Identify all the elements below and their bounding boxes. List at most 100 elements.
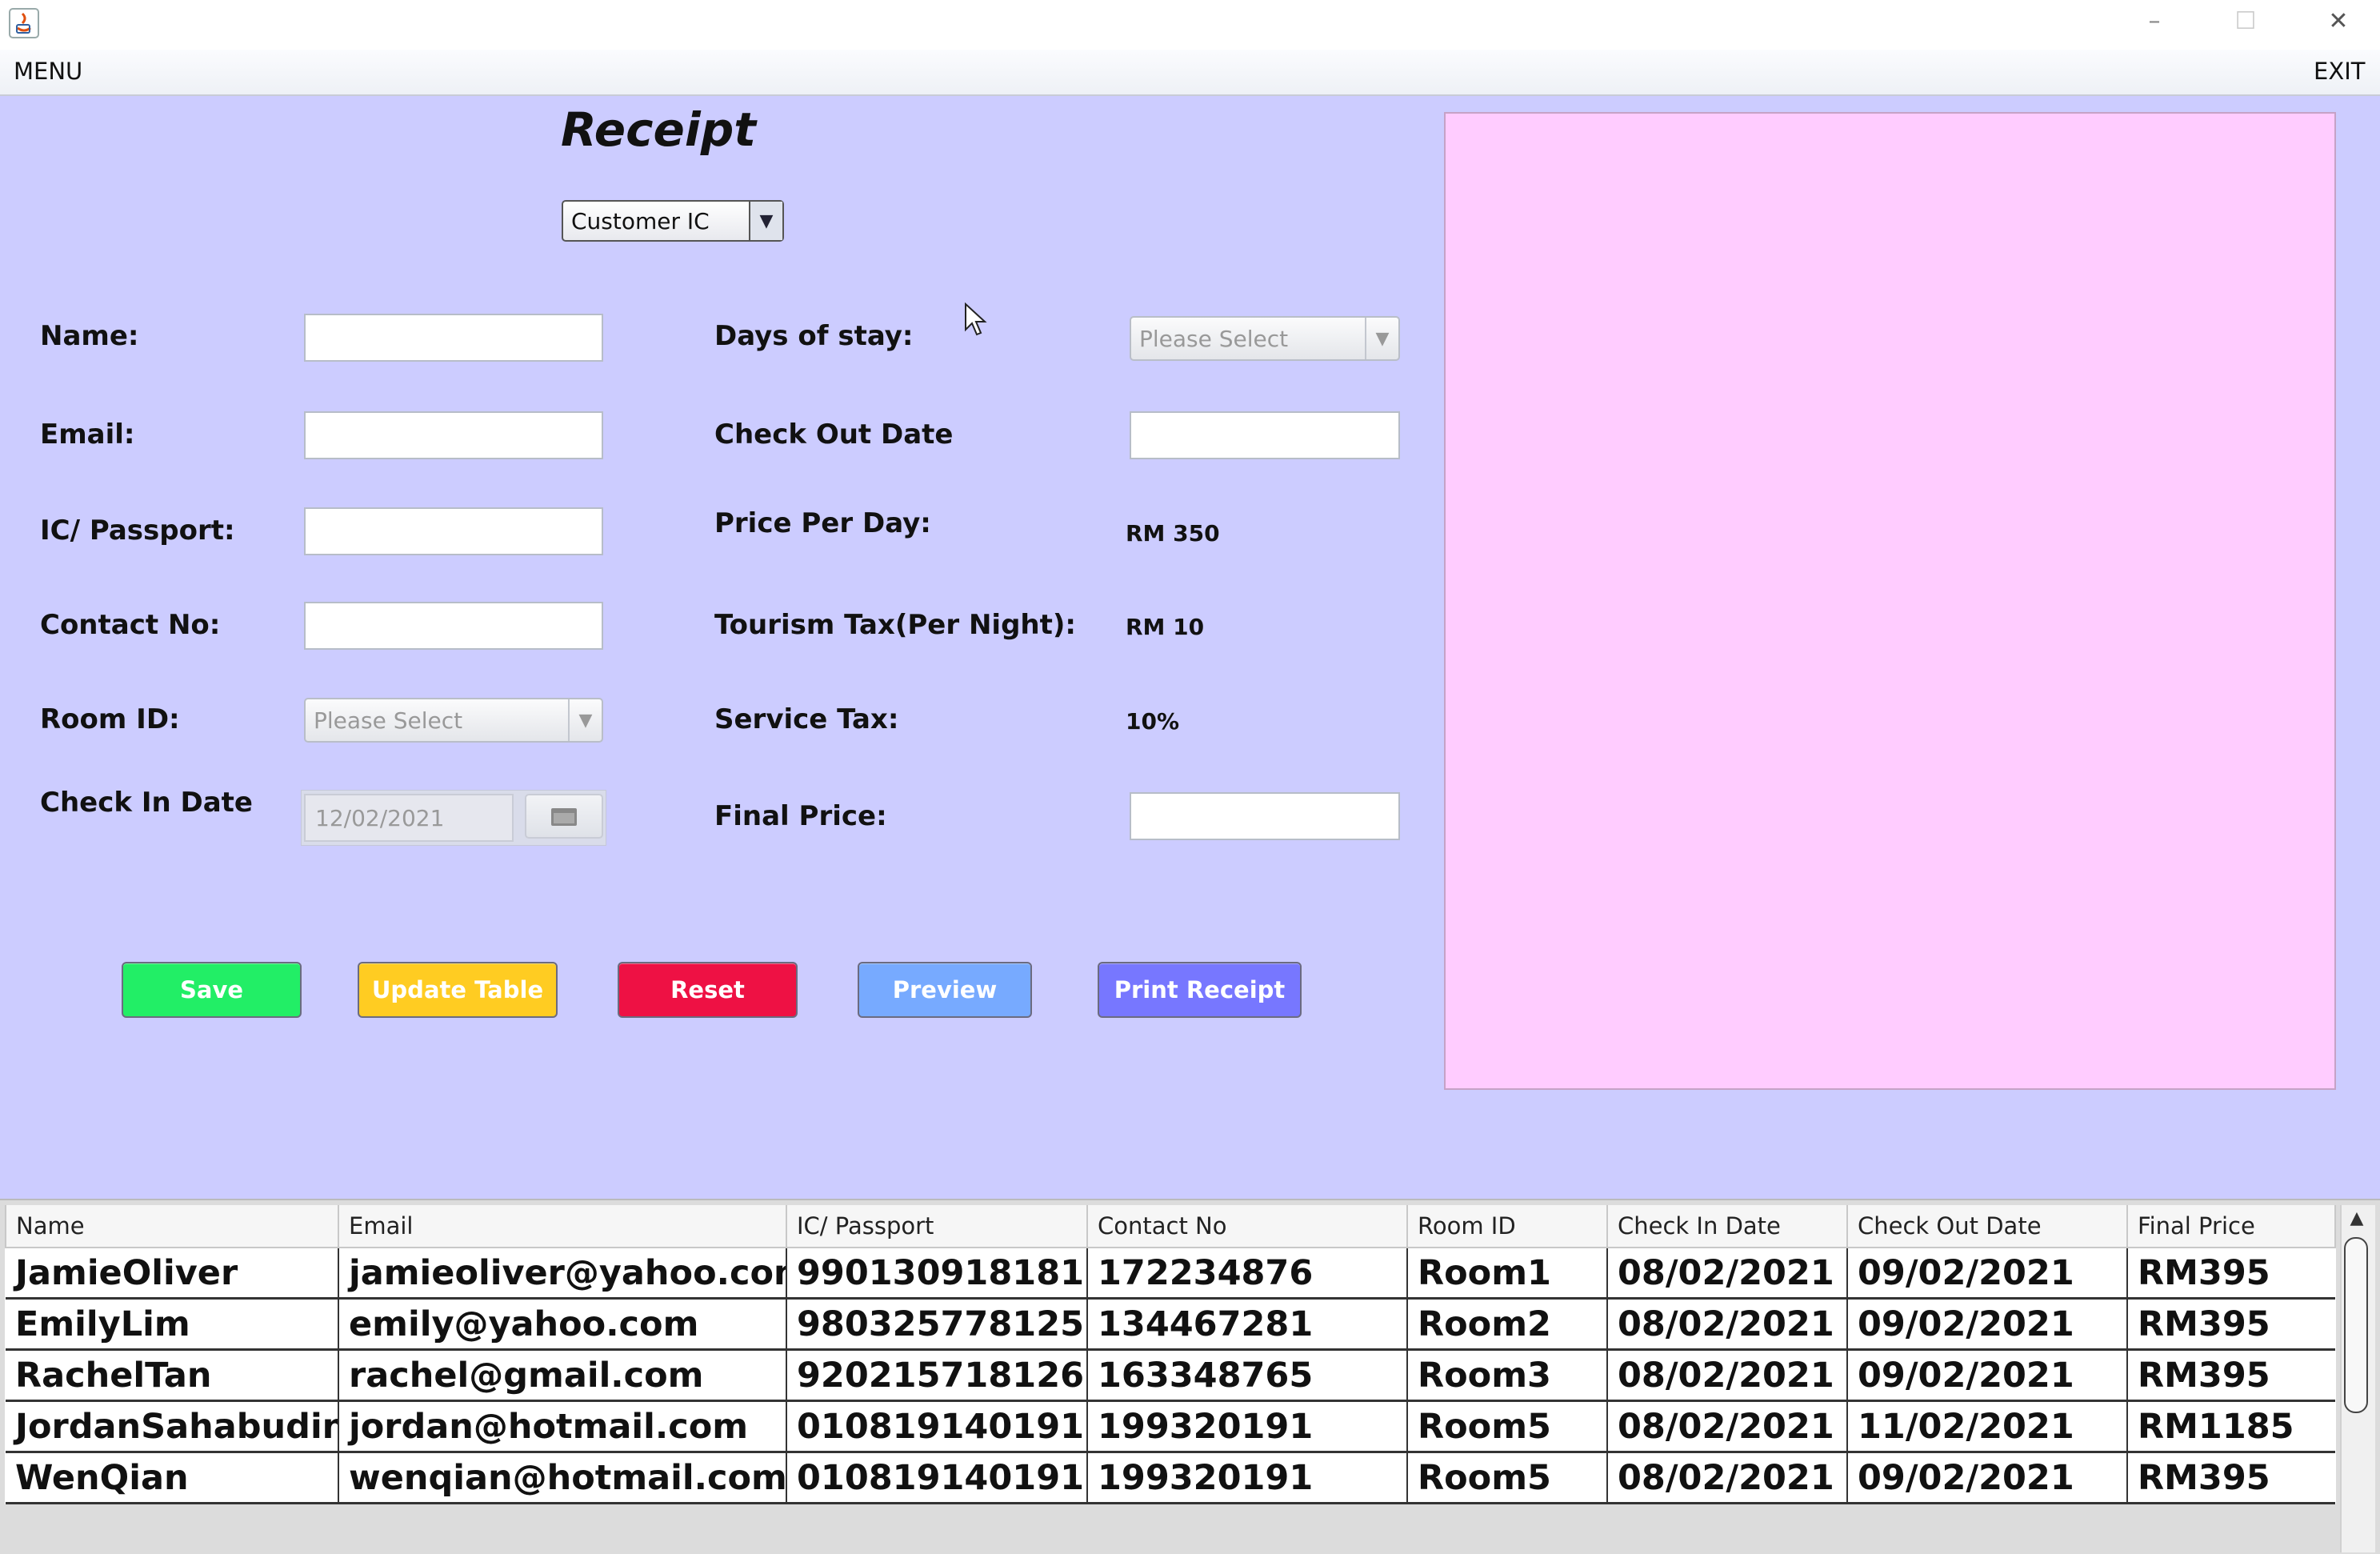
ic-passport-label: IC/ Passport: (40, 515, 235, 547)
table-cell[interactable]: rachel@gmail.com (338, 1349, 786, 1402)
table-cell[interactable]: 199320191 (1086, 1452, 1407, 1504)
table-row[interactable]: WenQian wenqian@hotmail.com 010819140191… (6, 1452, 2335, 1504)
bookings-table: Name Email IC/ Passport Contact No Room … (5, 1205, 2336, 1504)
room-id-select-value: Please Select (314, 707, 463, 734)
column-header-check-out-date[interactable]: Check Out Date (1846, 1205, 2128, 1248)
table-cell[interactable]: jordan@hotmail.com (338, 1400, 786, 1453)
days-of-stay-select[interactable]: Please Select ▼ (1130, 316, 1400, 361)
table-row[interactable]: EmilyLim emily@yahoo.com 980325778125 13… (6, 1298, 2335, 1351)
table-cell[interactable]: RM395 (2126, 1349, 2335, 1402)
save-button[interactable]: Save (122, 962, 302, 1018)
table-cell[interactable]: emily@yahoo.com (338, 1298, 786, 1351)
receipt-preview-panel (1444, 112, 2336, 1090)
table-cell[interactable]: RachelTan (6, 1349, 338, 1402)
check-in-date-field[interactable]: 12/02/2021 (304, 794, 514, 842)
menu-item-menu[interactable]: MENU (14, 58, 82, 85)
table-cell[interactable]: 09/02/2021 (1846, 1298, 2127, 1351)
reset-button[interactable]: Reset (618, 962, 798, 1018)
calendar-button[interactable] (525, 794, 603, 839)
minimize-button[interactable]: – (2118, 5, 2190, 37)
table-cell[interactable]: 990130918181 (786, 1248, 1087, 1300)
table-cell[interactable]: Room2 (1406, 1298, 1607, 1351)
table-cell[interactable]: 09/02/2021 (1846, 1452, 2127, 1504)
table-cell[interactable]: 09/02/2021 (1846, 1349, 2127, 1402)
name-label: Name: (40, 320, 139, 352)
table-cell[interactable]: wenqian@hotmail.com (338, 1452, 786, 1504)
calendar-icon (551, 808, 577, 826)
table-cell[interactable]: Room5 (1406, 1452, 1607, 1504)
table-header-row: Name Email IC/ Passport Contact No Room … (5, 1205, 2336, 1248)
table-cell[interactable]: 980325778125 (786, 1298, 1087, 1351)
column-header-name[interactable]: Name (5, 1205, 339, 1248)
table-cell[interactable]: Room1 (1406, 1248, 1607, 1300)
close-button[interactable]: ✕ (2302, 5, 2374, 37)
tourism-tax-value: RM 10 (1126, 614, 1205, 640)
scrollbar-thumb[interactable] (2344, 1237, 2368, 1413)
table-cell[interactable]: 08/02/2021 (1606, 1298, 1847, 1351)
chevron-down-icon[interactable]: ▼ (1365, 318, 1398, 359)
print-receipt-button[interactable]: Print Receipt (1098, 962, 1302, 1018)
days-of-stay-select-value: Please Select (1139, 325, 1289, 352)
room-id-select[interactable]: Please Select ▼ (304, 698, 603, 743)
check-out-date-field[interactable] (1130, 411, 1400, 459)
check-in-date-label: Check In Date (40, 787, 253, 819)
table-cell[interactable]: 134467281 (1086, 1298, 1407, 1351)
customer-ic-select-value: Customer IC (571, 207, 710, 234)
service-tax-value: 10% (1126, 708, 1180, 735)
table-cell[interactable]: JamieOliver (6, 1248, 338, 1300)
table-cell[interactable]: RM395 (2126, 1452, 2335, 1504)
column-header-check-in-date[interactable]: Check In Date (1606, 1205, 1848, 1248)
email-label: Email: (40, 419, 135, 451)
column-header-email[interactable]: Email (338, 1205, 787, 1248)
email-field[interactable] (304, 411, 603, 459)
final-price-label: Final Price: (714, 800, 887, 832)
table-cell[interactable]: 09/02/2021 (1846, 1248, 2127, 1300)
service-tax-label: Service Tax: (714, 703, 899, 735)
table-cell[interactable]: RM1185 (2126, 1400, 2335, 1453)
name-field[interactable] (304, 314, 603, 362)
table-cell[interactable]: 199320191 (1086, 1400, 1407, 1453)
table-cell[interactable]: RM395 (2126, 1298, 2335, 1351)
table-cell[interactable]: 08/02/2021 (1606, 1452, 1847, 1504)
maximize-button[interactable]: ☐ (2210, 5, 2282, 37)
scroll-up-arrow-icon[interactable]: ▲ (2342, 1208, 2371, 1232)
table-cell[interactable]: 08/02/2021 (1606, 1248, 1847, 1300)
menu-bar (0, 50, 2380, 96)
table-cell[interactable]: 08/02/2021 (1606, 1400, 1847, 1453)
chevron-down-icon[interactable]: ▼ (568, 699, 602, 741)
final-price-field[interactable] (1130, 792, 1400, 840)
table-row[interactable]: RachelTan rachel@gmail.com 920215718126 … (6, 1349, 2335, 1402)
table-cell[interactable]: Room5 (1406, 1400, 1607, 1453)
java-app-icon (9, 8, 39, 38)
table-cell[interactable]: JordanSahabudin (6, 1400, 338, 1453)
column-header-contact-no[interactable]: Contact No (1086, 1205, 1408, 1248)
column-header-room-id[interactable]: Room ID (1406, 1205, 1608, 1248)
customer-ic-select[interactable]: Customer IC ▼ (562, 200, 784, 242)
table-cell[interactable]: 163348765 (1086, 1349, 1407, 1402)
menu-item-exit[interactable]: EXIT (2314, 58, 2365, 85)
table-cell[interactable]: RM395 (2126, 1248, 2335, 1300)
preview-button[interactable]: Preview (858, 962, 1032, 1018)
table-cell[interactable]: 010819140191 (786, 1452, 1087, 1504)
table-row[interactable]: JamieOliver jamieoliver@yahoo.com 990130… (6, 1248, 2335, 1300)
table-cell[interactable]: WenQian (6, 1452, 338, 1504)
contact-no-field[interactable] (304, 602, 603, 650)
table-cell[interactable]: 920215718126 (786, 1349, 1087, 1402)
contact-no-label: Contact No: (40, 609, 221, 641)
table-cell[interactable]: 11/02/2021 (1846, 1400, 2127, 1453)
days-of-stay-label: Days of stay: (714, 320, 914, 352)
page-title: Receipt (561, 102, 756, 157)
tourism-tax-label: Tourism Tax(Per Night): (714, 609, 1077, 641)
chevron-down-icon[interactable]: ▼ (749, 202, 782, 240)
table-cell[interactable]: 172234876 (1086, 1248, 1407, 1300)
table-cell[interactable]: 010819140191 (786, 1400, 1087, 1453)
update-table-button[interactable]: Update Table (358, 962, 558, 1018)
table-cell[interactable]: Room3 (1406, 1349, 1607, 1402)
column-header-ic-passport[interactable]: IC/ Passport (786, 1205, 1088, 1248)
table-cell[interactable]: jamieoliver@yahoo.com (338, 1248, 786, 1300)
table-row[interactable]: JordanSahabudin jordan@hotmail.com 01081… (6, 1400, 2335, 1453)
table-cell[interactable]: EmilyLim (6, 1298, 338, 1351)
table-cell[interactable]: 08/02/2021 (1606, 1349, 1847, 1402)
column-header-final-price[interactable]: Final Price (2126, 1205, 2336, 1248)
ic-passport-field[interactable] (304, 507, 603, 555)
